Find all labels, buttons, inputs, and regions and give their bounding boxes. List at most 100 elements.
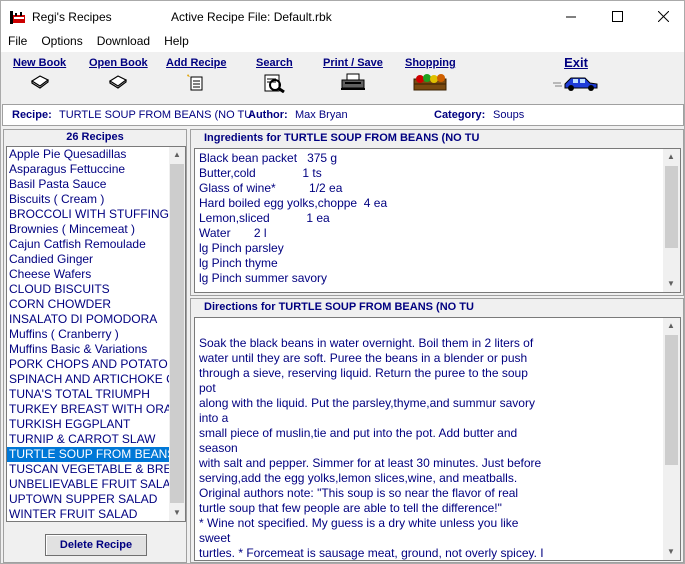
direction-line: serving,add the egg yolks,lemon slices,w… bbox=[199, 471, 518, 485]
recipe-list-panel: 26 Recipes Apple Pie Quesadillas Asparagu… bbox=[3, 129, 187, 563]
ingredient-line: Glass of wine* 1/2 ea bbox=[199, 181, 343, 195]
recipe-list-item[interactable]: TURNIP & CARROT SLAW bbox=[7, 432, 169, 447]
open-book-icon bbox=[109, 75, 128, 89]
recipe-label: Recipe: bbox=[12, 109, 52, 121]
recipe-list-item[interactable]: WINTER FRUIT SALAD bbox=[7, 507, 169, 521]
directions-panel: Directions for TURTLE SOUP FROM BEANS (N… bbox=[190, 298, 684, 563]
scroll-down-icon[interactable]: ▼ bbox=[169, 505, 185, 521]
recipe-list-item[interactable]: UNBELIEVABLE FRUIT SALA bbox=[7, 477, 169, 492]
direction-line: turtle soup that few people are able to … bbox=[199, 501, 502, 515]
search-icon bbox=[264, 74, 286, 93]
menu-file[interactable]: File bbox=[1, 31, 34, 52]
shopping-button[interactable]: Shopping bbox=[405, 57, 456, 91]
recipe-list-item[interactable]: SPINACH AND ARTICHOKE C bbox=[7, 372, 169, 387]
directions-scroll-thumb[interactable] bbox=[665, 335, 678, 465]
delete-recipe-button[interactable]: Delete Recipe bbox=[45, 534, 147, 556]
scroll-down-icon[interactable]: ▼ bbox=[663, 544, 679, 560]
author-value: Max Bryan bbox=[295, 109, 348, 121]
direction-line: * Wine not specified. My guess is a dry … bbox=[199, 516, 519, 530]
new-book-label: New Book bbox=[13, 57, 67, 69]
recipe-list-item[interactable]: Basil Pasta Sauce bbox=[7, 177, 169, 192]
direction-line: sweet bbox=[199, 531, 231, 545]
search-label: Search bbox=[256, 57, 293, 69]
ingredient-line: Butter,cold 1 ts bbox=[199, 166, 322, 180]
recipe-list-item[interactable]: Muffins ( Cranberry ) bbox=[7, 327, 169, 342]
direction-line: Soak the black beans in water overnight.… bbox=[199, 336, 534, 350]
app-logo-icon bbox=[10, 11, 25, 24]
scroll-up-icon[interactable]: ▲ bbox=[663, 318, 679, 334]
car-icon bbox=[553, 77, 598, 91]
recipe-list[interactable]: Apple Pie Quesadillas Asparagus Fettuccin… bbox=[6, 146, 186, 522]
direction-line: water until they are soft. Puree the bea… bbox=[199, 351, 528, 365]
recipe-list-item[interactable]: Apple Pie Quesadillas bbox=[7, 147, 169, 162]
shopping-label: Shopping bbox=[405, 57, 456, 69]
recipe-list-item[interactable]: INSALATO DI POMODORA bbox=[7, 312, 169, 327]
ingredient-line: Hard boiled egg yolks,choppe 4 ea bbox=[199, 196, 388, 210]
new-book-button[interactable]: New Book bbox=[13, 57, 66, 89]
ingredients-header: Ingredients for TURTLE SOUP FROM BEANS (… bbox=[204, 132, 480, 144]
recipe-list-item[interactable]: TUNA'S TOTAL TRIUMPH bbox=[7, 387, 169, 402]
recipe-list-item[interactable]: TURTLE SOUP FROM BEANS bbox=[7, 447, 169, 462]
direction-line: pot bbox=[199, 381, 216, 395]
printer-icon bbox=[340, 73, 365, 90]
directions-scrollbar[interactable]: ▲ ▼ bbox=[663, 318, 680, 560]
open-book-button[interactable]: Open Book bbox=[89, 57, 148, 89]
ingredient-line: lg Pinch summer savory bbox=[199, 271, 328, 285]
recipe-list-scrollbar[interactable]: ▲ ▼ bbox=[169, 147, 185, 521]
print-save-label: Print / Save bbox=[323, 57, 383, 69]
add-recipe-icon bbox=[187, 74, 203, 91]
exit-button[interactable]: Exit bbox=[553, 55, 599, 92]
recipe-list-item[interactable]: TUSCAN VEGETABLE & BRE bbox=[7, 462, 169, 477]
ingredients-text[interactable]: Black bean packet 375 g Butter,cold 1 ts G… bbox=[194, 148, 681, 293]
scroll-up-icon[interactable]: ▲ bbox=[663, 149, 679, 165]
menu-options[interactable]: Options bbox=[34, 31, 89, 52]
direction-line: Original authors note: "This soup is so … bbox=[199, 486, 519, 500]
app-title: Regi's Recipes bbox=[32, 10, 112, 24]
recipe-info-bar: Recipe: TURTLE SOUP FROM BEANS (NO TU Au… bbox=[2, 104, 684, 126]
recipe-list-item[interactable]: TURKISH EGGPLANT bbox=[7, 417, 169, 432]
exit-label: Exit bbox=[564, 55, 588, 70]
title-bar[interactable]: Regi's Recipes Active Recipe File: Defau… bbox=[1, 1, 684, 31]
menu-help[interactable]: Help bbox=[157, 31, 196, 52]
maximize-button[interactable] bbox=[594, 1, 640, 31]
recipe-list-item[interactable]: CORN CHOWDER bbox=[7, 297, 169, 312]
directions-header: Directions for TURTLE SOUP FROM BEANS (N… bbox=[204, 301, 474, 313]
recipe-list-item[interactable]: Muffins Basic & Variations bbox=[7, 342, 169, 357]
recipe-list-item[interactable]: Asparagus Fettuccine bbox=[7, 162, 169, 177]
recipe-list-item[interactable]: Brownies ( Mincemeat ) bbox=[7, 222, 169, 237]
ingredients-panel: Ingredients for TURTLE SOUP FROM BEANS (… bbox=[190, 129, 684, 296]
ingredient-line: Lemon,sliced 1 ea bbox=[199, 211, 330, 225]
direction-line: into a bbox=[199, 411, 229, 425]
close-button[interactable] bbox=[640, 1, 685, 31]
direction-line: along with the liquid. Put the parsley,t… bbox=[199, 396, 535, 410]
recipe-list-scroll-thumb[interactable] bbox=[170, 164, 184, 503]
recipe-list-item[interactable]: Biscuits ( Cream ) bbox=[7, 192, 169, 207]
direction-line: season bbox=[199, 441, 238, 455]
search-button[interactable]: Search bbox=[256, 57, 293, 93]
ingredients-scroll-thumb[interactable] bbox=[665, 166, 678, 248]
recipe-list-item[interactable]: CLOUD BISCUITS bbox=[7, 282, 169, 297]
recipe-list-item[interactable]: BROCCOLI WITH STUFFING bbox=[7, 207, 169, 222]
menu-download[interactable]: Download bbox=[90, 31, 157, 52]
close-icon bbox=[657, 10, 669, 22]
author-label: Author: bbox=[248, 109, 288, 121]
recipe-list-item[interactable]: Cheese Wafers bbox=[7, 267, 169, 282]
direction-line: with salt and pepper. Simmer for at leas… bbox=[199, 456, 542, 470]
scroll-down-icon[interactable]: ▼ bbox=[663, 276, 679, 292]
book-icon bbox=[30, 75, 49, 89]
direction-line: turtles. * Forcemeat is sausage meat, gr… bbox=[199, 546, 544, 560]
category-label: Category: bbox=[434, 109, 486, 121]
add-recipe-button[interactable]: Add Recipe bbox=[166, 57, 227, 91]
minimize-button[interactable] bbox=[548, 1, 594, 31]
recipe-list-item[interactable]: PORK CHOPS AND POTATO bbox=[7, 357, 169, 372]
recipe-list-item[interactable]: Candied Ginger bbox=[7, 252, 169, 267]
ingredients-scrollbar[interactable]: ▲ ▼ bbox=[663, 149, 680, 292]
print-save-button[interactable]: Print / Save bbox=[323, 57, 383, 91]
scroll-up-icon[interactable]: ▲ bbox=[169, 147, 185, 163]
directions-text[interactable]: Soak the black beans in water overnight.… bbox=[194, 317, 681, 561]
recipe-list-item[interactable]: UPTOWN SUPPER SALAD bbox=[7, 492, 169, 507]
recipe-list-item[interactable]: TURKEY BREAST WITH ORA bbox=[7, 402, 169, 417]
recipe-list-item[interactable]: Cajun Catfish Remoulade bbox=[7, 237, 169, 252]
ingredient-line: lg Pinch thyme bbox=[199, 256, 278, 270]
shopping-basket-icon bbox=[413, 74, 447, 91]
